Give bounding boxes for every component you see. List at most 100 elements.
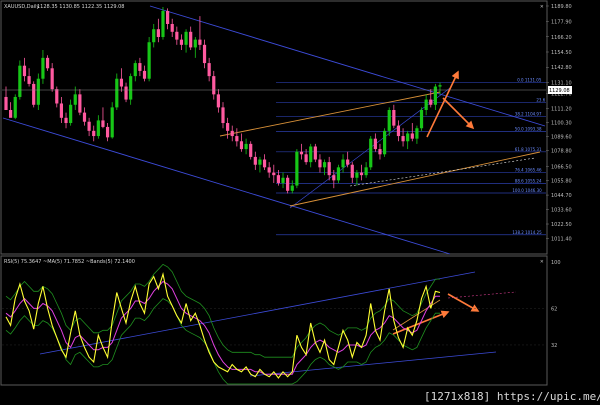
candle-body xyxy=(189,31,193,48)
candle-body xyxy=(36,78,40,105)
candle-body xyxy=(202,44,207,64)
candle-body xyxy=(359,172,364,176)
candle-body xyxy=(50,68,54,90)
candle-body xyxy=(415,128,419,139)
candle-body xyxy=(327,162,331,176)
candle-body xyxy=(138,63,142,71)
fib-level-label: 0.0 1131.05 xyxy=(517,78,542,83)
candle-body xyxy=(382,130,387,155)
candle-body xyxy=(253,156,257,165)
fib-level-label: 61.8 1075.31 xyxy=(515,147,542,152)
candle-body xyxy=(406,133,410,142)
price-tick-label: 1033.60 xyxy=(551,208,572,214)
candle-body xyxy=(129,76,133,100)
candle-body xyxy=(313,146,317,160)
candle-body xyxy=(221,107,225,124)
candle-body xyxy=(142,70,147,79)
candle-body xyxy=(429,99,433,105)
candle-body xyxy=(96,120,100,137)
rsi-tick-label: 100 xyxy=(551,260,561,266)
price-tick-label: 1055.80 xyxy=(551,179,572,185)
candle-body xyxy=(32,83,36,105)
candle-body xyxy=(322,162,327,168)
price-tick-label: 1044.70 xyxy=(551,193,572,199)
candle-body xyxy=(87,121,91,131)
candle-body xyxy=(262,159,267,168)
candle-body xyxy=(410,133,414,139)
candle-body xyxy=(433,86,437,105)
price-tick-label: 1066.50 xyxy=(551,165,572,171)
price-tick-label: 1166.20 xyxy=(551,35,572,41)
candle-body xyxy=(198,39,202,45)
candle-body xyxy=(258,159,262,165)
candle-body xyxy=(175,31,179,40)
candle-body xyxy=(355,172,359,178)
candle-body xyxy=(212,76,216,95)
candle-body xyxy=(82,112,87,122)
price-tick-label: 1100.30 xyxy=(551,121,572,127)
panel-close-icon[interactable]: ✕ xyxy=(540,3,544,10)
rsi-panel-frame xyxy=(0,255,548,386)
price-tick-label: 1089.60 xyxy=(551,135,572,141)
price-tick-label: 1177.90 xyxy=(551,20,572,26)
candle-body xyxy=(387,109,391,131)
candle-body xyxy=(299,151,304,155)
ohlc-values: 1128.35 1130.85 1122.35 1129.08 xyxy=(37,4,124,10)
fib-level-label: 100.0 1046.30 xyxy=(512,188,542,193)
candle-body xyxy=(286,177,290,191)
candle-body xyxy=(165,10,170,24)
candle-body xyxy=(346,159,350,165)
candle-body xyxy=(272,172,276,176)
candle-body xyxy=(295,151,299,186)
candle-body xyxy=(419,109,424,129)
candle-body xyxy=(281,177,285,183)
fib-level-label: 138.2 1014.25 xyxy=(512,230,542,235)
candle-body xyxy=(392,109,396,126)
candle-body xyxy=(101,120,105,127)
candle-body xyxy=(401,136,405,142)
candle-body xyxy=(369,138,373,168)
candle-body xyxy=(304,154,308,163)
candle-body xyxy=(267,167,271,173)
candle-body xyxy=(290,185,294,191)
price-tick-label: 1022.50 xyxy=(551,222,572,228)
candle-body xyxy=(27,76,31,84)
candle-body xyxy=(207,63,211,77)
candle-body xyxy=(249,143,253,157)
candle-body xyxy=(350,164,354,178)
candle-body xyxy=(341,159,345,168)
candle-body xyxy=(4,96,8,110)
price-axis: 1189.80 1177.90 1166.20 1154.50 1142.80 1131.… xyxy=(546,4,572,242)
trading-chart[interactable]: XAUUSD,Daily 1128.35 1130.85 1122.35 112… xyxy=(0,0,600,405)
candle-body xyxy=(336,167,341,181)
candle-body xyxy=(55,89,59,104)
candle-body xyxy=(373,138,377,150)
candle-body xyxy=(9,109,13,118)
candle-body xyxy=(119,78,124,87)
candle-body xyxy=(156,29,160,38)
rsi-tick-label: 32 xyxy=(551,343,557,349)
candle-body xyxy=(179,39,184,45)
fib-level-label: 38.2 1104.97 xyxy=(515,112,542,117)
candle-body xyxy=(424,99,428,110)
candle-body xyxy=(230,130,234,137)
candle-body xyxy=(59,103,64,118)
candle-body xyxy=(22,65,27,77)
rsi-close-icon[interactable]: ✕ xyxy=(540,258,544,265)
rsi-tick-label: 62 xyxy=(551,306,557,312)
candle-body xyxy=(110,107,114,138)
candle-body xyxy=(73,94,77,105)
candle-body xyxy=(438,85,442,87)
candle-body xyxy=(318,159,322,168)
price-tick-label: 1011.40 xyxy=(551,236,572,242)
fib-level-label: 23.6 xyxy=(536,98,545,103)
rsi-header: RSI(5) 75.3647 ~MA(5) 71.7852 ~Bands(5) … xyxy=(4,259,135,265)
candle-body xyxy=(378,149,382,155)
candle-body xyxy=(244,143,248,150)
watermark-text: [1271x818] https://upic.me/ xyxy=(424,390,600,403)
price-tick-label: 1189.80 xyxy=(551,4,572,10)
current-price-value: 1129.08 xyxy=(549,88,570,94)
price-header: XAUUSD,Daily 1128.35 1130.85 1122.35 112… xyxy=(4,4,124,10)
candle-body xyxy=(396,125,401,137)
fib-level-label: 76.4 1065.46 xyxy=(515,168,542,173)
